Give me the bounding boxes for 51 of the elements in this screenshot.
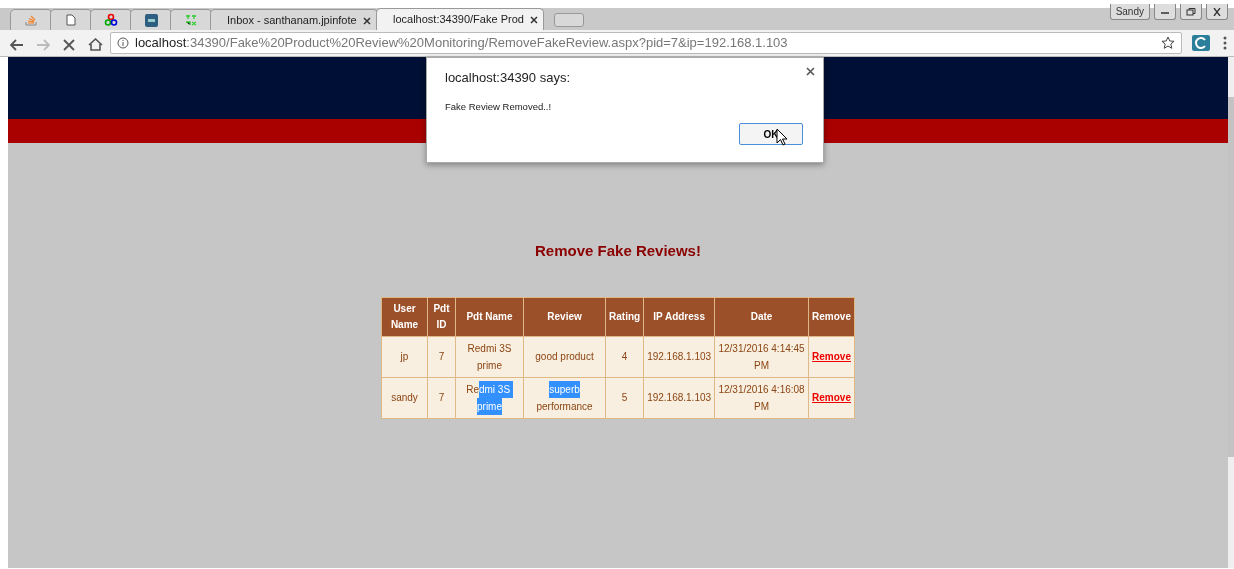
square-logo-icon <box>144 13 158 27</box>
cell-text: good product <box>535 351 594 362</box>
table-cell: 192.168.1.103 <box>643 336 715 377</box>
table-cell: 12/31/2016 4:14:45 PM <box>714 336 809 377</box>
column-header: Remove <box>808 297 855 336</box>
window-close-button[interactable] <box>1206 4 1228 20</box>
table-cell: jp <box>381 336 428 377</box>
menu-icon[interactable] <box>1222 36 1228 50</box>
tab-title: localhost:34390/Fake Prod <box>393 12 524 28</box>
cursor-icon <box>776 128 788 146</box>
minimize-button[interactable] <box>1154 4 1176 20</box>
table-cell: sandy <box>381 377 428 418</box>
glyph-icon <box>185 14 197 26</box>
url-text: localhost:34390/Fake%20Product%20Review%20Monitoring/RemoveFakeReview.aspx?pid=7&ip=192.168.1.103 <box>135 34 788 53</box>
browser-tab[interactable] <box>130 9 172 30</box>
browser-tab[interactable] <box>90 9 132 30</box>
selected-text: superb <box>549 380 580 398</box>
close-icon <box>1212 8 1222 17</box>
cell-text: performance <box>536 400 593 412</box>
column-header: Date <box>714 297 809 336</box>
column-header: Pdt Name <box>455 297 524 336</box>
stack-icon <box>25 14 37 26</box>
restore-button[interactable] <box>1180 4 1202 20</box>
dialog-message: Fake Review Removed..! <box>445 99 553 114</box>
restore-icon <box>1186 8 1196 17</box>
page-heading: Remove Fake Reviews! <box>534 241 702 261</box>
info-icon <box>117 37 129 49</box>
page-icon <box>66 14 76 26</box>
browser-tab[interactable] <box>50 9 92 30</box>
table-cell: 12/31/2016 4:16:08 PM <box>714 377 809 418</box>
rings-icon <box>104 13 118 27</box>
cell-text: Re <box>466 383 479 395</box>
column-header: IP Address <box>643 297 715 336</box>
scrollbar-thumb[interactable] <box>1228 97 1234 457</box>
profile-button[interactable]: Sandy <box>1109 4 1150 20</box>
column-header: Rating <box>605 297 644 336</box>
browser-tab[interactable]: localhost:34390/Fake Prod <box>376 8 544 30</box>
column-header: Pdt ID <box>427 297 456 336</box>
browser-tab[interactable]: Inbox - santhanam.jpinfote <box>210 9 378 30</box>
dialog-title: localhost:34390 says: <box>445 69 572 87</box>
cell-text: Redmi 3S prime <box>467 342 512 371</box>
table-cell: 5 <box>605 377 644 418</box>
table-cell: 192.168.1.103 <box>643 377 715 418</box>
ok-button[interactable]: OK <box>739 123 803 145</box>
address-field[interactable]: localhost:34390/Fake%20Product%20Review%20Monitoring/RemoveFakeReview.aspx?pid=7&ip=192.168.1.103 <box>110 32 1182 54</box>
table-cell: 4 <box>605 336 644 377</box>
column-header: User Name <box>381 297 428 336</box>
extension-icon[interactable] <box>1192 35 1210 51</box>
star-icon[interactable] <box>1161 36 1175 50</box>
column-header: Review <box>523 297 606 336</box>
tab-title: Inbox - santhanam.jpinfote <box>227 12 357 28</box>
